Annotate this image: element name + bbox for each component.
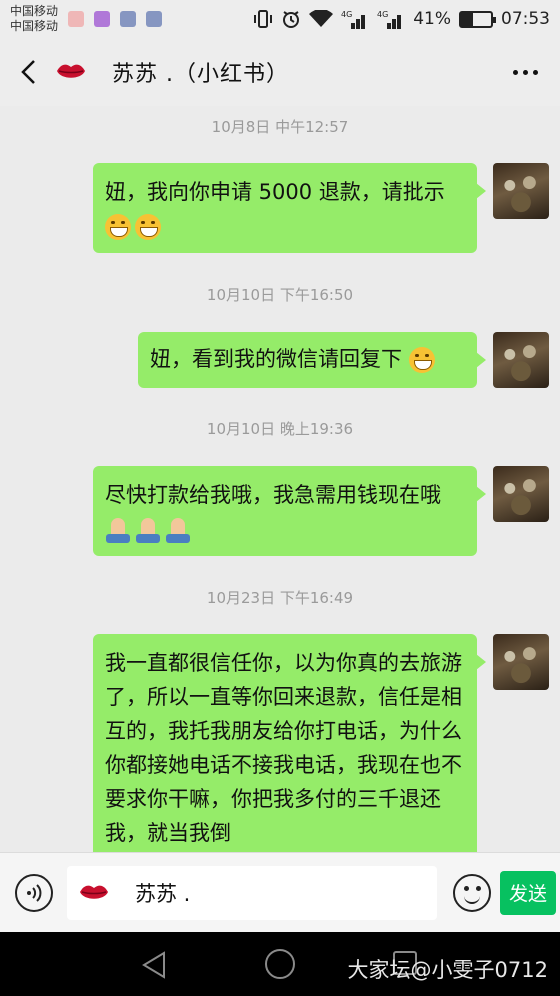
message-timestamp: 10月23日 下午16:49 bbox=[206, 589, 354, 607]
message-timestamp: 10月10日 下午16:50 bbox=[206, 286, 354, 304]
pray-emoji-icon bbox=[135, 517, 161, 543]
avatar[interactable] bbox=[493, 163, 549, 219]
system-nav-bar: 大家坛@小雯子0712 bbox=[0, 932, 560, 996]
message-text: 尽快打款给我哦，我急需用钱现在哦 bbox=[105, 483, 441, 507]
input-text: 苏苏 . bbox=[135, 881, 191, 906]
message-bubble[interactable]: 尽快打款给我哦，我急需用钱现在哦 bbox=[93, 466, 486, 556]
signal-icon-2: 4G bbox=[377, 9, 405, 29]
emoji-group bbox=[408, 347, 435, 373]
emoji-group bbox=[105, 517, 191, 543]
send-button[interactable]: 发送 bbox=[500, 870, 556, 915]
emoji-button[interactable] bbox=[453, 873, 491, 912]
dot-icon bbox=[522, 69, 528, 75]
carrier-2: 中国移动 bbox=[10, 19, 59, 33]
voice-input-button[interactable] bbox=[15, 873, 53, 912]
emoji-group bbox=[105, 214, 161, 240]
svg-text:4G: 4G bbox=[377, 10, 388, 19]
nav-back-icon[interactable] bbox=[140, 950, 170, 980]
message-timestamp: 10月10日 晚上19:36 bbox=[206, 420, 354, 438]
battery-level bbox=[461, 12, 474, 26]
alarm-icon bbox=[281, 9, 301, 29]
pray-emoji-icon bbox=[105, 517, 131, 543]
message-text: 妞，看到我的微信请回复下 bbox=[150, 347, 402, 371]
carrier-info: 中国移动 中国移动 bbox=[10, 4, 58, 34]
carrier-1: 中国移动 bbox=[10, 4, 59, 18]
svg-text:4G: 4G bbox=[341, 10, 352, 19]
input-bar: 苏苏 . 发送 bbox=[0, 852, 560, 932]
grin-emoji-icon bbox=[135, 214, 161, 240]
grin-emoji-icon bbox=[105, 214, 131, 240]
voice-icon bbox=[27, 883, 42, 902]
watermark: 大家坛@小雯子0712 bbox=[347, 958, 548, 982]
signal-icon: 4G bbox=[341, 9, 369, 29]
message-text: 妞，我向你申请 5000 退款，请批示 bbox=[105, 180, 445, 204]
dot-icon bbox=[512, 69, 518, 75]
chevron-left-icon bbox=[21, 60, 35, 84]
grin-emoji-icon bbox=[408, 347, 435, 373]
status-right: 4G 4G 41% 07:53 bbox=[253, 9, 550, 29]
app-icon bbox=[146, 11, 163, 27]
status-bar: 中国移动 中国移动 4G 4G 41% 07:53 bbox=[0, 0, 560, 38]
battery-percent: 41% bbox=[413, 9, 451, 29]
clock: 07:53 bbox=[501, 9, 550, 29]
message-bubble[interactable]: 妞，看到我的微信请回复下 bbox=[138, 332, 486, 388]
back-button[interactable] bbox=[0, 38, 56, 106]
notification-icons bbox=[68, 11, 163, 27]
pray-emoji-icon bbox=[165, 517, 191, 543]
avatar[interactable] bbox=[493, 634, 549, 690]
more-options-button[interactable] bbox=[490, 38, 560, 106]
lips-icon bbox=[79, 882, 109, 904]
message-text: 我一直都很信任你，以为你真的去旅游了，所以一直等你回来退款，信任是相互的，我托我… bbox=[105, 651, 462, 845]
app-icon bbox=[120, 11, 137, 27]
lips-icon bbox=[56, 61, 86, 83]
gallery-icon bbox=[94, 11, 111, 27]
battery-icon bbox=[459, 10, 496, 28]
message-timestamp: 10月8日 中午12:57 bbox=[211, 118, 349, 136]
message-bubble[interactable]: 我一直都很信任你，以为你真的去旅游了，所以一直等你回来退款，信任是相互的，我托我… bbox=[93, 634, 486, 852]
notification-icon bbox=[68, 11, 85, 27]
message-bubble[interactable]: 妞，我向你申请 5000 退款，请批示 bbox=[93, 163, 486, 253]
dot-icon bbox=[532, 69, 538, 75]
wifi-icon bbox=[309, 10, 334, 28]
nav-home-icon[interactable] bbox=[265, 949, 295, 979]
chat-messages[interactable]: 10月8日 中午12:57 妞，我向你申请 5000 退款，请批示 10月10日… bbox=[0, 106, 560, 852]
chat-title: 苏苏 .（小红书） bbox=[112, 62, 289, 87]
chat-header: 苏苏 .（小红书） bbox=[0, 38, 560, 106]
vibrate-icon bbox=[253, 9, 273, 29]
avatar[interactable] bbox=[493, 332, 549, 388]
message-input[interactable]: 苏苏 . bbox=[67, 865, 437, 920]
avatar[interactable] bbox=[493, 466, 549, 522]
